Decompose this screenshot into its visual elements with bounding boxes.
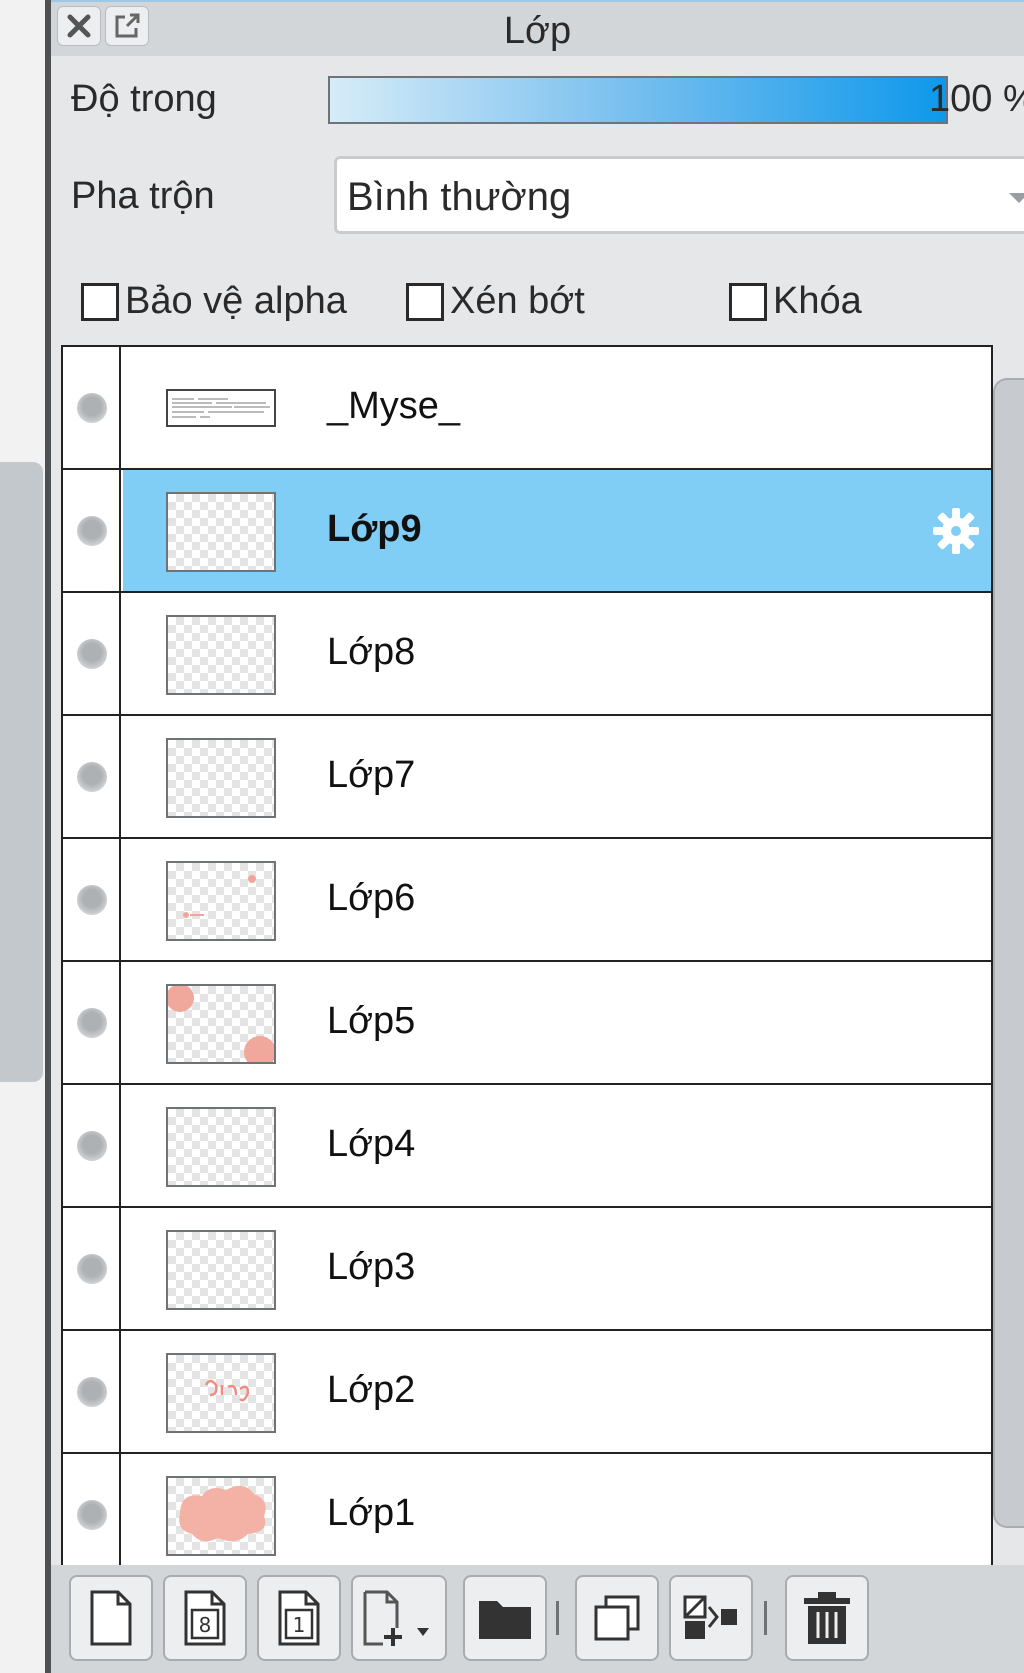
checkbox-box[interactable] [729,282,767,321]
layer-name: Lớp4 [327,1123,416,1165]
layer-row[interactable]: Lớp6 [63,839,991,962]
visibility-toggle[interactable] [63,839,121,960]
layer-thumbnail [166,1476,276,1556]
layer-thumbnail [166,1107,276,1187]
new-1bit-layer-icon: 1 [278,1590,320,1646]
panel-titlebar: Lớp [51,0,1024,56]
visibility-dot-icon [77,1500,107,1530]
layer-thumbnail [166,1230,276,1310]
layer-name: Lớp8 [327,631,416,673]
layer-row[interactable]: Lớp2 [63,1331,991,1454]
visibility-toggle[interactable] [63,962,121,1083]
new-8bit-layer-button[interactable]: 8 [163,1575,247,1661]
merge-down-icon [683,1595,737,1639]
blend-label: Pha trộn [71,175,215,217]
opacity-label: Độ trong [71,78,217,120]
layer-thumbnail [166,984,276,1064]
blend-mode-value: Bình thường [347,175,572,219]
add-layer-menu-icon [363,1590,429,1646]
clipping-label: Xén bớt [450,280,585,322]
visibility-dot-icon [77,762,107,792]
panel-title: Lớp [503,10,572,52]
add-layer-menu-button[interactable] [351,1575,447,1661]
checkbox-box[interactable] [406,282,444,321]
visibility-toggle[interactable] [63,1085,121,1206]
layer-thumbnail [166,389,276,427]
layer-toolbar: 8 1 [51,1565,1024,1673]
layer-name: Lớp5 [327,1000,416,1042]
scrollbar-thumb[interactable] [993,378,1024,1528]
layer-name: Lớp6 [327,877,416,919]
visibility-dot-icon [77,1377,107,1407]
trash-icon [804,1592,850,1644]
gear-icon[interactable] [929,504,983,558]
layer-thumbnail [166,1353,276,1433]
visibility-dot-icon [77,1131,107,1161]
layer-name: _Myse_ [327,385,461,427]
delete-layer-button[interactable] [785,1575,869,1661]
visibility-toggle[interactable] [63,470,121,591]
visibility-toggle[interactable] [63,716,121,837]
new-layer-button[interactable] [69,1575,153,1661]
layer-name: Lớp9 [327,508,422,550]
new-1bit-layer-button[interactable]: 1 [257,1575,341,1661]
layer-row[interactable]: Lớp5 [63,962,991,1085]
layer-thumbnail [166,492,276,572]
opacity-value: 100 % [929,78,1024,120]
layer-name: Lớp3 [327,1246,416,1288]
sidebar-handle[interactable] [0,462,43,1082]
layer-row[interactable]: Lớp3 [63,1208,991,1331]
opacity-slider[interactable] [328,76,948,124]
lock-label: Khóa [773,280,862,322]
layer-row[interactable]: Lớp8 [63,593,991,716]
duplicate-layer-icon [594,1595,640,1641]
layer-name: Lớp2 [327,1369,416,1411]
new-8bit-layer-icon: 8 [184,1590,226,1646]
layer-panel: Lớp Độ trong 100 % Pha trộn Bình thường … [51,0,1024,1673]
layer-row[interactable]: Lớp9 [63,470,991,593]
svg-text:1: 1 [293,1613,306,1637]
toolbar-divider [764,1601,767,1635]
protect-alpha-label: Bảo vệ alpha [125,280,347,322]
duplicate-layer-button[interactable] [575,1575,659,1661]
layer-thumbnail [166,861,276,941]
lock-checkbox[interactable]: Khóa [729,280,862,323]
visibility-toggle[interactable] [63,1331,121,1452]
visibility-dot-icon [77,1254,107,1284]
chevron-down-icon [1009,193,1024,203]
visibility-dot-icon [77,393,107,423]
layer-list: _Myse_ Lớp9 Lớp8 Lớp7 Lớp6 Lớp5 Lớp4 Lớp… [61,345,993,1565]
visibility-toggle[interactable] [63,1208,121,1329]
new-layer-icon [90,1590,132,1646]
protect-alpha-checkbox[interactable]: Bảo vệ alpha [81,280,347,323]
layer-name: Lớp1 [327,1492,416,1534]
layer-row[interactable]: Lớp1 [63,1454,991,1565]
visibility-toggle[interactable] [63,347,121,468]
layer-thumbnail [166,738,276,818]
layer-row[interactable]: Lớp7 [63,716,991,839]
layer-name: Lớp7 [327,754,416,796]
visibility-toggle[interactable] [63,593,121,714]
svg-text:8: 8 [199,1613,212,1637]
visibility-dot-icon [77,516,107,546]
merge-down-button[interactable] [669,1575,753,1661]
visibility-dot-icon [77,885,107,915]
layer-row[interactable]: Lớp4 [63,1085,991,1208]
visibility-dot-icon [77,639,107,669]
checkbox-box[interactable] [81,282,119,321]
visibility-toggle[interactable] [63,1454,121,1565]
clipping-checkbox[interactable]: Xén bớt [406,280,585,323]
folder-icon [479,1601,531,1639]
blend-mode-select[interactable]: Bình thường [334,156,1024,234]
layer-row[interactable]: _Myse_ [63,347,991,470]
new-folder-button[interactable] [463,1575,547,1661]
layer-thumbnail [166,615,276,695]
toolbar-divider [556,1601,559,1635]
visibility-dot-icon [77,1008,107,1038]
